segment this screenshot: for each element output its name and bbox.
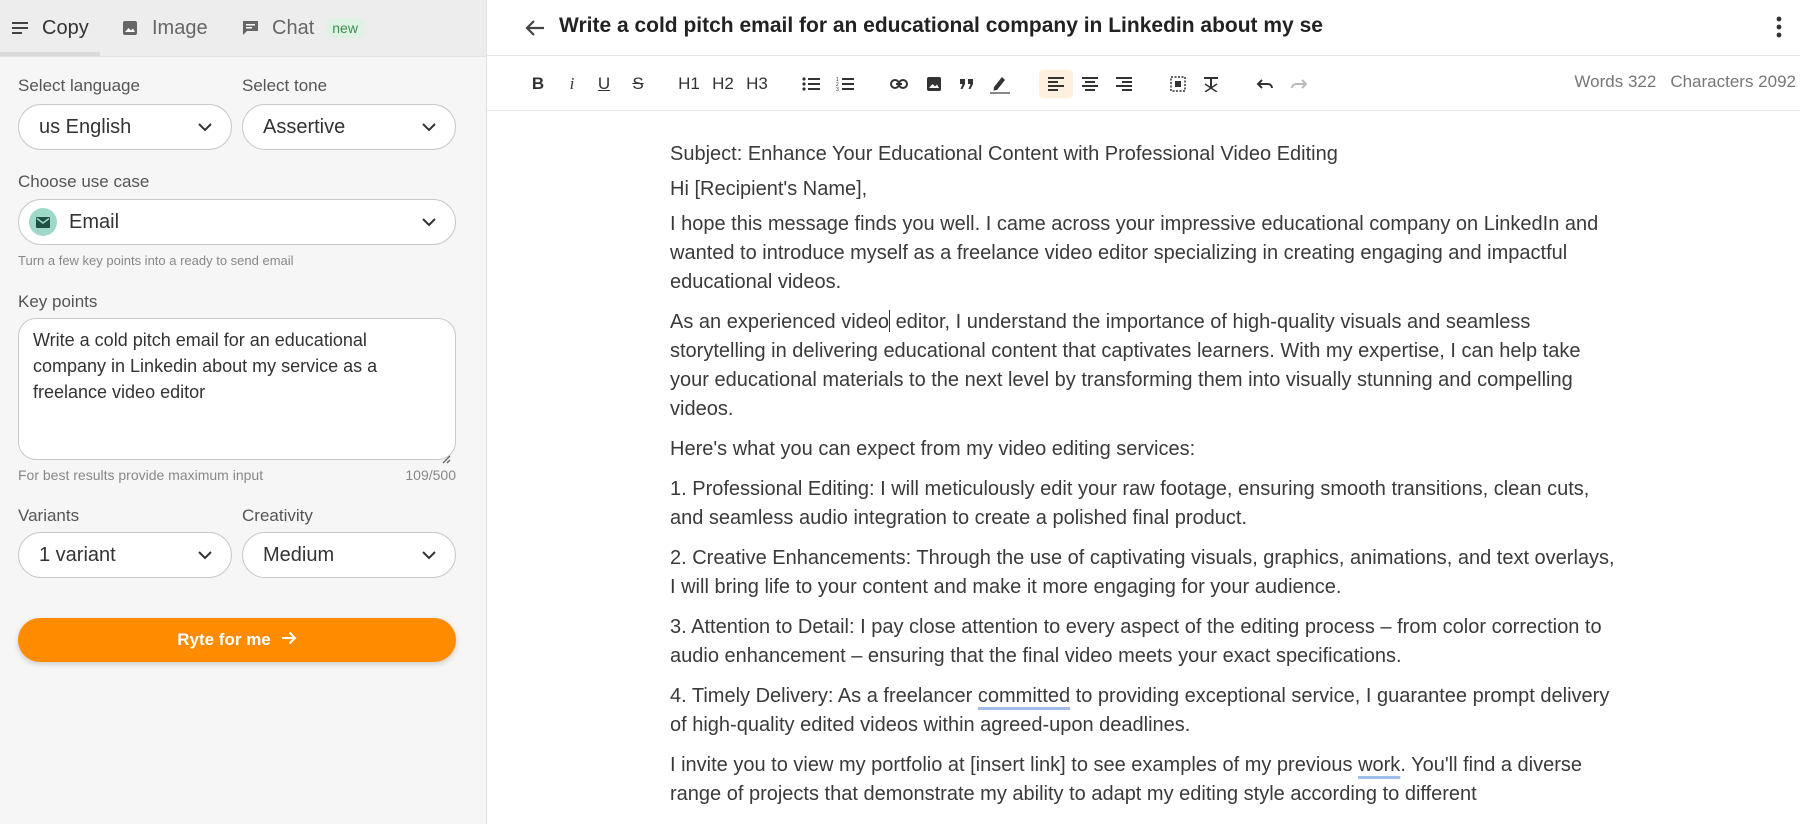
insert-image-icon[interactable]	[921, 70, 947, 98]
tab-copy[interactable]: Copy	[10, 0, 89, 56]
list-item: 1. Professional Editing: I will meticulo…	[670, 478, 1590, 529]
creativity-value: Medium	[263, 543, 335, 566]
variants-select[interactable]: 1 variant	[18, 532, 232, 578]
image-icon	[120, 18, 140, 38]
highlight-pen-icon[interactable]	[987, 70, 1013, 98]
key-points-text: Write a cold pitch email for an educatio…	[33, 330, 378, 402]
tab-chat[interactable]: Chat new	[240, 0, 364, 56]
use-case-hint: Turn a few key points into a ready to se…	[18, 253, 294, 268]
align-left-icon[interactable]	[1039, 70, 1073, 98]
email-greeting: Hi [Recipient's Name],	[670, 178, 868, 200]
chevron-down-icon	[421, 119, 437, 135]
language-select[interactable]: us English	[18, 104, 232, 150]
svg-text:3: 3	[836, 87, 839, 91]
editor-panel: Write a cold pitch email for an educatio…	[487, 0, 1800, 824]
active-tab-indicator	[0, 52, 100, 56]
chevron-down-icon	[197, 547, 213, 563]
list-item: 3. Attention to Detail: I pay close atte…	[670, 616, 1602, 667]
use-case-select[interactable]: Email	[18, 199, 456, 245]
underline-button[interactable]: U	[591, 70, 617, 98]
sidebar: Copy Image Chat new Select language Sele…	[0, 0, 487, 824]
tone-value: Assertive	[263, 115, 346, 138]
bold-button[interactable]: B	[525, 70, 551, 98]
list-item: 4. Timely Delivery: As a freelancer comm…	[670, 682, 1620, 740]
tab-chat-label: Chat	[272, 16, 315, 39]
list-item: 2. Creative Enhancements: Through the us…	[670, 547, 1615, 598]
tone-label: Select tone	[242, 76, 328, 95]
character-count: Characters 2092	[1670, 72, 1796, 91]
editor-toolbar: B i U S H1 H2 H3 123 Words 322 Character…	[487, 56, 1800, 111]
paragraph-text: I invite you to view my portfolio at [in…	[670, 754, 1359, 776]
key-points-hint: For best results provide maximum input	[18, 467, 264, 483]
ryte-for-me-button[interactable]: Ryte for me	[18, 618, 456, 662]
creativity-label: Creativity	[242, 506, 313, 525]
chat-bubble-icon	[240, 18, 260, 38]
mode-tabs: Copy Image Chat new	[0, 0, 486, 57]
menu-lines-icon	[10, 18, 30, 38]
tab-copy-label: Copy	[42, 16, 89, 39]
bullet-list-icon[interactable]	[798, 70, 824, 98]
heading2-button[interactable]: H2	[710, 70, 736, 98]
chevron-down-icon	[421, 547, 437, 563]
grammar-suggestion[interactable]: committed	[978, 685, 1070, 707]
back-arrow-icon[interactable]	[523, 16, 547, 40]
editor-content[interactable]: Subject: Enhance Your Educational Conten…	[670, 140, 1620, 820]
tab-image-label: Image	[152, 16, 208, 39]
key-points-input[interactable]: Write a cold pitch email for an educatio…	[18, 318, 456, 464]
ryte-for-me-label: Ryte for me	[177, 630, 271, 649]
variants-label: Variants	[18, 506, 80, 525]
arrow-right-icon	[281, 630, 297, 650]
paragraph: I invite you to view my portfolio at [in…	[670, 751, 1620, 809]
variants-value: 1 variant	[39, 543, 116, 566]
word-count: Words 322	[1574, 72, 1657, 91]
language-label: Select language	[18, 76, 140, 95]
use-case-label: Choose use case	[18, 172, 150, 191]
paragraph: Here's what you can expect from my video…	[670, 438, 1196, 460]
align-center-icon[interactable]	[1077, 70, 1103, 98]
email-subject: Subject: Enhance Your Educational Conten…	[670, 143, 1338, 165]
paragraph-text: As an experienced video	[670, 311, 890, 333]
paragraph: I hope this message finds you well. I ca…	[670, 213, 1599, 293]
key-points-label: Key points	[18, 292, 98, 311]
email-icon	[29, 208, 57, 236]
numbered-list-icon[interactable]: 123	[832, 70, 858, 98]
align-right-icon[interactable]	[1111, 70, 1137, 98]
heading1-button[interactable]: H1	[676, 70, 702, 98]
paragraph: As an experienced video editor, I unders…	[670, 308, 1620, 424]
italic-button[interactable]: i	[559, 70, 585, 98]
chevron-down-icon	[197, 119, 213, 135]
more-options-icon[interactable]	[1776, 16, 1786, 40]
link-icon[interactable]	[886, 70, 912, 98]
redo-icon[interactable]	[1286, 70, 1312, 98]
document-title: Write a cold pitch email for an educatio…	[559, 14, 1323, 37]
language-value: us English	[39, 115, 132, 138]
grammar-suggestion[interactable]: work	[1358, 754, 1400, 776]
quote-icon[interactable]	[954, 70, 980, 98]
paragraph-text: 4. Timely Delivery: As a freelancer	[670, 685, 978, 707]
heading3-button[interactable]: H3	[744, 70, 770, 98]
undo-icon[interactable]	[1252, 70, 1278, 98]
strikethrough-button[interactable]: S	[625, 70, 651, 98]
document-stats: Words 322 Characters 2092	[1574, 72, 1796, 92]
use-case-value: Email	[69, 210, 120, 233]
chevron-down-icon	[421, 214, 437, 230]
tone-select[interactable]: Assertive	[242, 104, 456, 150]
resize-handle-icon[interactable]	[441, 445, 451, 464]
new-badge: new	[326, 18, 364, 38]
select-all-icon[interactable]	[1165, 70, 1191, 98]
editor-header: Write a cold pitch email for an educatio…	[487, 0, 1800, 56]
tab-image[interactable]: Image	[120, 0, 208, 56]
key-points-counter: 109/500	[405, 467, 456, 483]
creativity-select[interactable]: Medium	[242, 532, 456, 578]
clear-format-icon[interactable]	[1198, 70, 1224, 98]
